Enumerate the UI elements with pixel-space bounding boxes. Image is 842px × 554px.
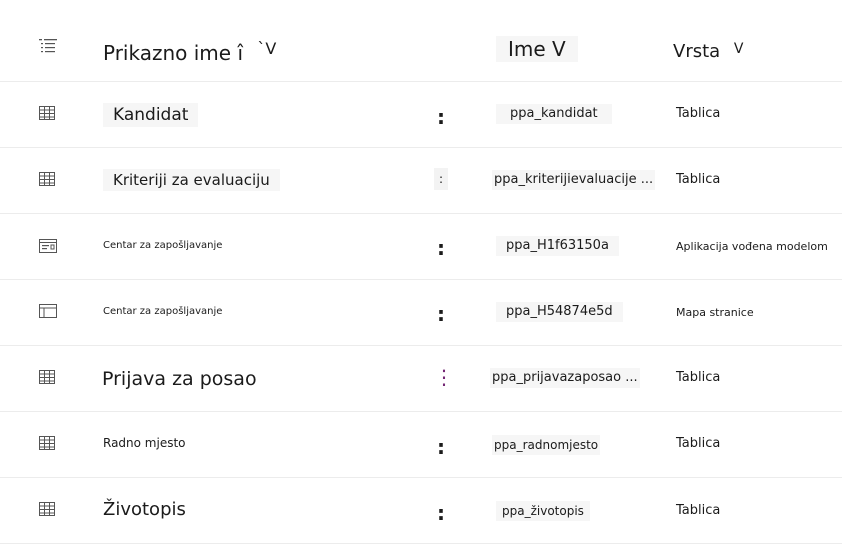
logical-name-cell: ppa_H54874e5d	[496, 302, 623, 322]
column-header-type[interactable]: Vrsta V	[673, 40, 744, 65]
chevron-down-icon[interactable]: `V	[257, 39, 276, 58]
site-map-icon	[39, 304, 57, 318]
display-name-cell[interactable]: Centar za zapošljavanje	[103, 238, 223, 254]
display-name-cell[interactable]: Kandidat	[103, 103, 199, 127]
display-name-cell[interactable]: Prijava za posao	[102, 366, 257, 392]
more-options-icon[interactable]: :	[434, 237, 448, 259]
column-header-display-name[interactable]: Prikazno ime î `V	[103, 39, 277, 68]
more-options-icon[interactable]: :	[434, 436, 448, 458]
grid-header: Prikazno ime î `V Ime V Vrsta V	[0, 0, 842, 82]
display-name-label: Prikazno ime	[103, 41, 232, 65]
display-name-cell[interactable]: Životopis	[103, 498, 186, 522]
logical-name-cell: ppa_kriterijievaluacije ...	[492, 170, 656, 190]
table-row[interactable]: Centar za zapošljavanje : ppa_H54874e5d …	[0, 280, 842, 346]
display-name-cell[interactable]: Centar za zapošljavanje	[103, 304, 223, 320]
table-row[interactable]: Prijava za posao ⋮ ppa_prijavazaposao ..…	[0, 346, 842, 412]
table-row[interactable]: Radno mjesto : ppa_radnomjesto Tablica	[0, 412, 842, 478]
display-name-cell[interactable]: Radno mjesto	[103, 434, 186, 452]
more-options-icon[interactable]: :	[434, 303, 448, 325]
type-label: Vrsta	[673, 41, 721, 62]
table-icon	[39, 106, 55, 120]
more-options-icon[interactable]: :	[434, 106, 448, 128]
model-driven-app-icon	[39, 239, 57, 253]
table-icon	[39, 436, 55, 450]
table-icon	[39, 172, 55, 186]
chevron-down-icon[interactable]: V	[734, 41, 744, 57]
type-cell: Tablica	[676, 434, 721, 454]
logical-name-cell: ppa_kandidat	[496, 104, 612, 124]
logical-name-cell: ppa_radnomjesto	[492, 435, 601, 455]
list-icon[interactable]	[39, 38, 57, 53]
column-header-name[interactable]: Ime V	[496, 36, 578, 62]
logical-name-cell: ppa_H1f63150a	[496, 236, 619, 256]
more-options-icon[interactable]: :	[434, 502, 448, 524]
objects-grid: Prikazno ime î `V Ime V Vrsta V Kandidat…	[0, 0, 842, 554]
type-cell: Aplikacija vođena modelom	[676, 237, 828, 257]
sort-indicator: î	[237, 41, 244, 65]
type-cell: Tablica	[676, 170, 721, 190]
more-options-icon[interactable]: :	[434, 168, 448, 190]
table-row[interactable]: Životopis : ppa_životopis Tablica	[0, 478, 842, 544]
type-cell: Tablica	[676, 501, 721, 521]
type-cell: Tablica	[676, 368, 721, 388]
table-row[interactable]: Kriteriji za evaluaciju : ppa_kriterijie…	[0, 148, 842, 214]
type-cell: Mapa stranice	[676, 303, 754, 323]
table-icon	[39, 370, 55, 384]
more-options-icon[interactable]: ⋮	[434, 366, 454, 388]
display-name-cell[interactable]: Kriteriji za evaluaciju	[103, 169, 280, 191]
table-row[interactable]: Centar za zapošljavanje : ppa_H1f63150a …	[0, 214, 842, 280]
logical-name-cell: ppa_životopis	[496, 501, 590, 521]
table-row[interactable]: Kandidat : ppa_kandidat Tablica	[0, 82, 842, 148]
type-cell: Tablica	[676, 104, 721, 124]
table-icon	[39, 502, 55, 516]
logical-name-cell: ppa_prijavazaposao ...	[490, 368, 640, 388]
